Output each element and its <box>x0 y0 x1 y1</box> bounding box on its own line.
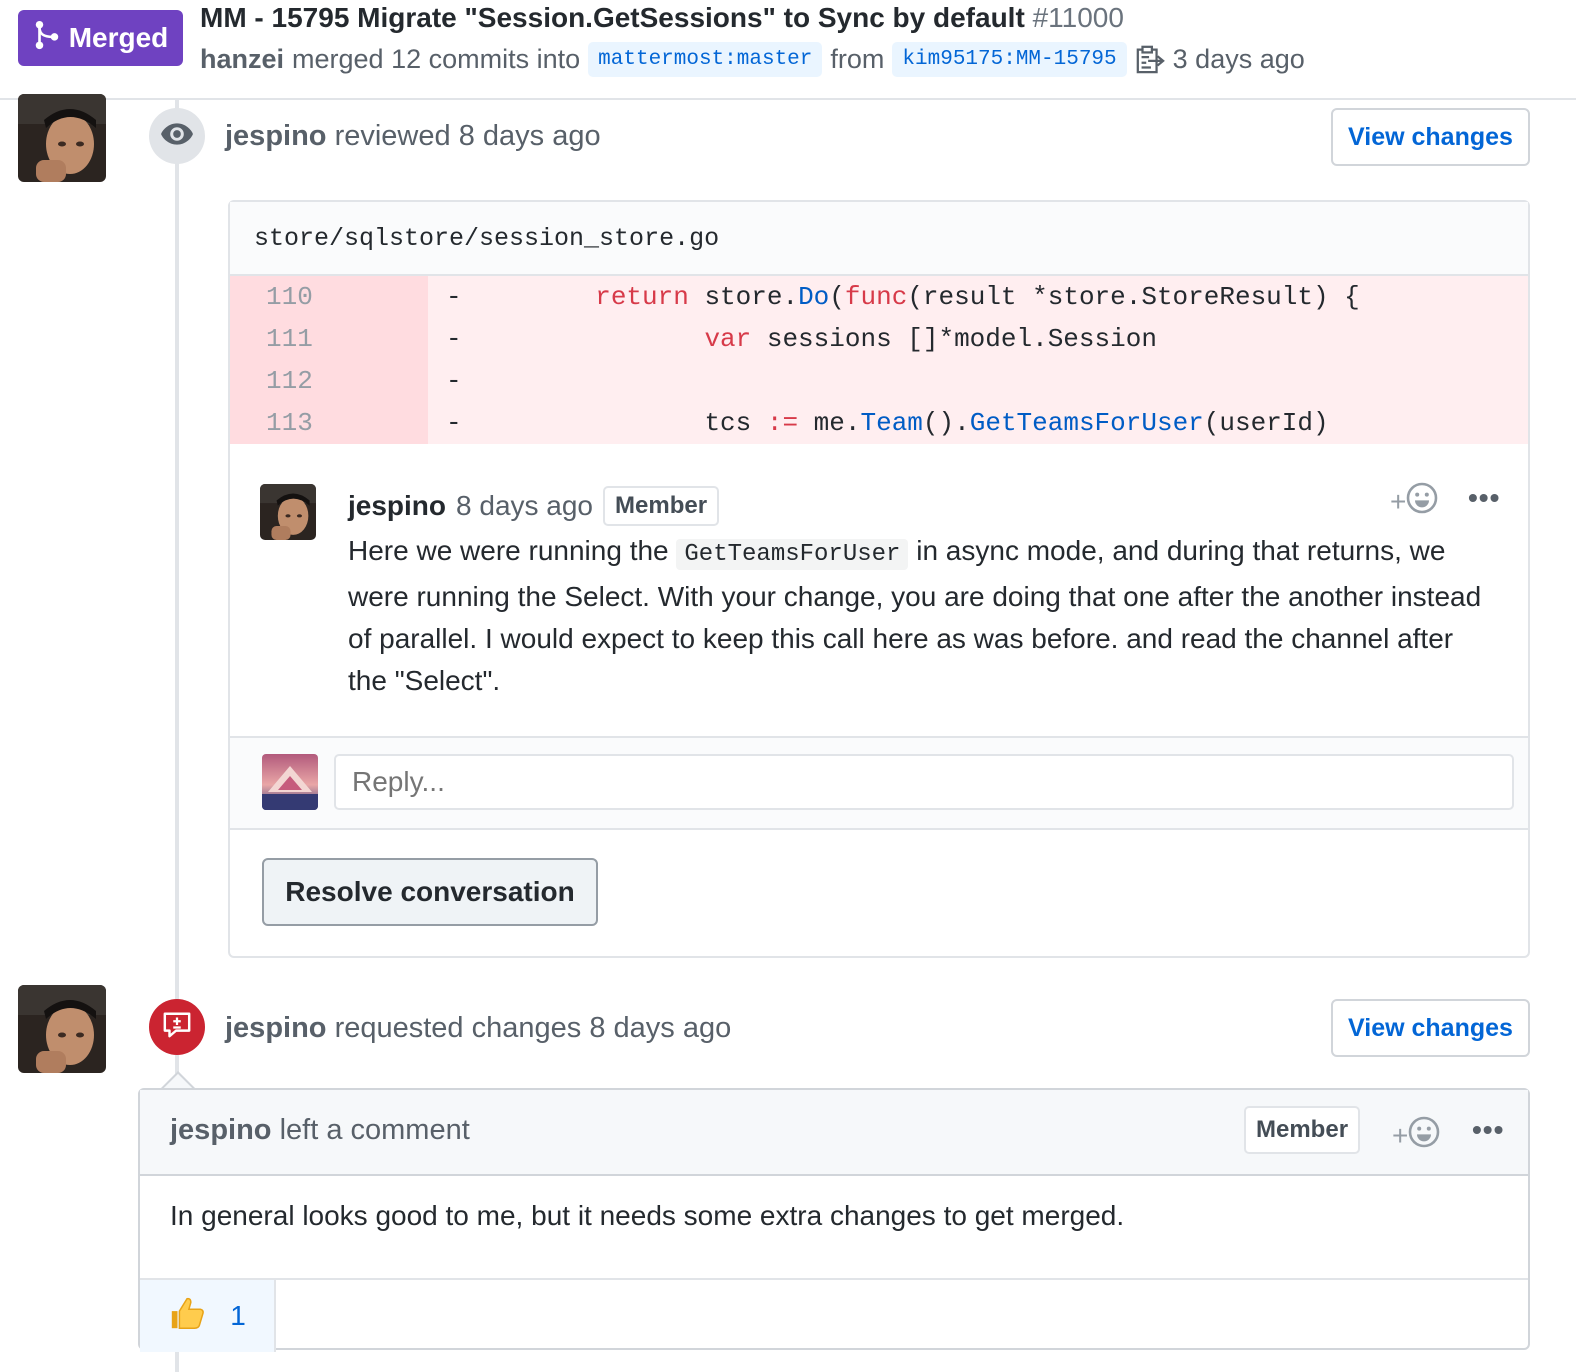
head-branch[interactable]: kim95175:MM-15795 <box>892 41 1127 77</box>
merged-status-badge: Merged <box>18 10 183 66</box>
comment-card-body: In general looks good to me, but it need… <box>140 1176 1528 1280</box>
line-number[interactable]: 112 <box>230 360 428 402</box>
reaction-count: 1 <box>230 1300 246 1331</box>
smiley-icon <box>1408 1116 1440 1155</box>
request-event-text: jespino requested changes 8 days ago <box>225 1012 731 1045</box>
pr-number: #11000 <box>1032 2 1124 33</box>
reply-input[interactable] <box>334 754 1514 810</box>
comment-author[interactable]: jespino <box>170 1114 272 1146</box>
clipboard-copy-icon[interactable] <box>1135 43 1165 75</box>
smiley-icon <box>1406 482 1438 521</box>
resolve-conversation-button[interactable]: Resolve conversation <box>262 858 598 926</box>
add-reaction-button[interactable]: + <box>1392 1116 1440 1155</box>
merged-time: 3 days ago <box>1172 43 1305 74</box>
reply-row <box>230 736 1528 830</box>
view-changes-button[interactable]: View changes <box>1331 108 1530 166</box>
review-event-text: jespino reviewed 8 days ago <box>225 120 601 153</box>
diff-line: 110 - return store.Do(func(result *store… <box>230 276 1528 318</box>
member-label: Member <box>603 486 720 526</box>
comment-card-header: jespino left a comment Member + ••• <box>140 1090 1528 1176</box>
comment-body: Here we were running the GetTeamsForUser… <box>348 535 1482 696</box>
pr-title: MM - 15795 Migrate "Session.GetSessions"… <box>200 2 1124 34</box>
review-action: reviewed 8 days ago <box>334 120 601 152</box>
avatar[interactable] <box>18 985 106 1073</box>
diff-line: 112 - <box>230 360 1528 402</box>
diff-code: return store.Do(func(result *store.Store… <box>595 282 1360 312</box>
line-number[interactable]: 110 <box>230 276 428 318</box>
avatar <box>262 754 318 810</box>
review-thread: store/sqlstore/session_store.go 110 - re… <box>228 200 1530 958</box>
diff-code: tcs := me.Team().GetTeamsForUser(userId) <box>704 408 1329 438</box>
pr-title-text: MM - 15795 Migrate "Session.GetSessions"… <box>200 2 1025 33</box>
request-action: requested changes 8 days ago <box>334 1012 732 1044</box>
merged-by-author[interactable]: hanzei <box>200 44 284 75</box>
member-label: Member <box>1244 1106 1361 1154</box>
diff-line: 111 - var sessions []*model.Session <box>230 318 1528 360</box>
diff-sign: - <box>446 408 462 438</box>
add-reaction-button[interactable]: + <box>1390 482 1438 521</box>
comment-action: left a comment <box>279 1114 470 1146</box>
diff-sign: - <box>446 366 462 396</box>
thumbs-up-reaction[interactable]: 1 <box>140 1280 276 1352</box>
request-author[interactable]: jespino <box>225 1012 327 1044</box>
avatar[interactable] <box>18 94 106 182</box>
merged-status-label: Merged <box>68 22 169 53</box>
request-changes-badge <box>149 999 205 1055</box>
git-merge-icon <box>33 20 61 57</box>
inline-code: GetTeamsForUser <box>676 539 909 570</box>
review-author[interactable]: jespino <box>225 120 327 152</box>
base-branch[interactable]: mattermost:master <box>588 41 823 77</box>
kebab-icon[interactable]: ••• <box>1472 1114 1504 1146</box>
diff-code: var sessions []*model.Session <box>704 324 1157 354</box>
thumbs-up-icon <box>168 1294 206 1339</box>
kebab-icon[interactable]: ••• <box>1468 482 1500 514</box>
diff-block: 110 - return store.Do(func(result *store… <box>230 276 1528 444</box>
comment-card-title: jespino left a comment <box>170 1114 470 1147</box>
comment-card: jespino left a comment Member + ••• In g… <box>138 1088 1530 1352</box>
merged-text: merged 12 commits into <box>292 43 581 74</box>
diff-sign: - <box>446 324 462 354</box>
line-number[interactable]: 111 <box>230 318 428 360</box>
reactions-bar: 1 <box>140 1280 1528 1352</box>
eye-icon <box>160 121 194 152</box>
comment-time[interactable]: 8 days ago <box>456 490 593 522</box>
comment-author[interactable]: jespino <box>348 490 446 522</box>
comment-text: In general looks good to me, but it need… <box>170 1200 1125 1231</box>
pr-meta: hanzei merged 12 commits into mattermost… <box>200 40 1305 78</box>
review-event-badge <box>149 108 205 164</box>
line-number[interactable]: 113 <box>230 402 428 444</box>
diff-sign: - <box>446 282 462 312</box>
avatar[interactable] <box>260 484 316 540</box>
from-text: from <box>830 43 885 74</box>
pr-header: Merged MM - 15795 Migrate "Session.GetSe… <box>0 0 1576 100</box>
comment-header: jespino 8 days ago Member <box>348 482 720 530</box>
file-path[interactable]: store/sqlstore/session_store.go <box>230 202 1528 276</box>
diff-line: 113 - tcs := me.Team().GetTeamsForUser(u… <box>230 402 1528 444</box>
request-changes-icon <box>162 1010 192 1045</box>
view-changes-button[interactable]: View changes <box>1331 999 1530 1057</box>
